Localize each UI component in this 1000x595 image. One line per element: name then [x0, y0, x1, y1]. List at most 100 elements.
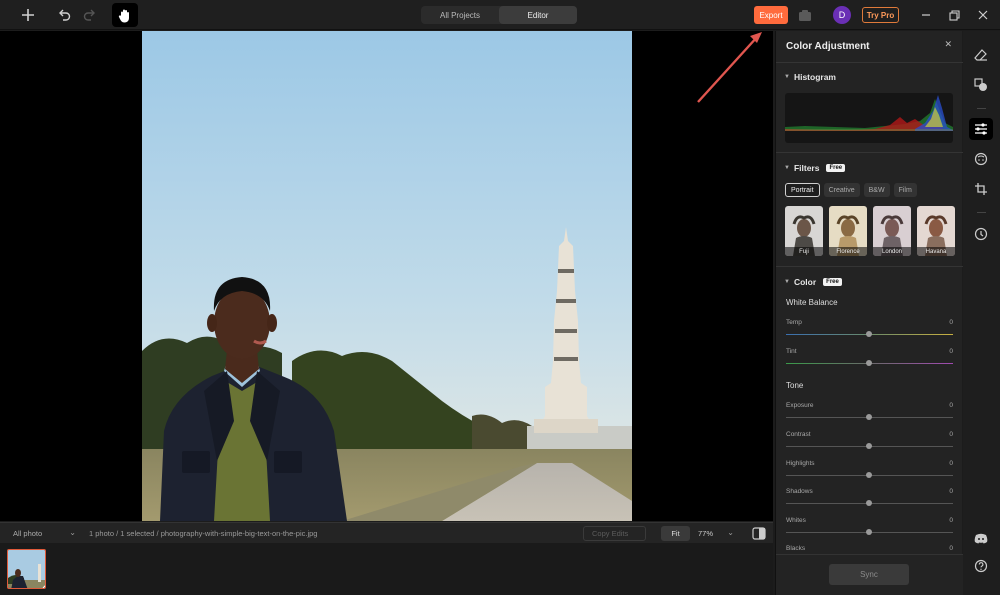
- top-bar: All Projects Editor Export D Try Pro: [0, 0, 1000, 30]
- photo-filter-select[interactable]: All photo ⌄: [4, 526, 80, 541]
- chevron-down-icon: ⌄: [69, 528, 76, 537]
- tab-film[interactable]: Film: [893, 183, 917, 197]
- shapes-icon[interactable]: [969, 74, 993, 96]
- preset-florence[interactable]: Florence: [829, 206, 867, 256]
- divider: [977, 212, 986, 213]
- slider-label: Highlights: [786, 460, 815, 467]
- divider: [776, 62, 963, 63]
- slider-label: Blacks: [786, 545, 806, 552]
- adjust-sliders-icon[interactable]: [969, 118, 993, 140]
- slider-knob[interactable]: [866, 472, 872, 478]
- temp-slider[interactable]: Temp 0: [786, 319, 953, 347]
- contrast-slider[interactable]: Contrast 0: [786, 431, 953, 459]
- collapse-triangle-icon: ▼: [784, 74, 790, 80]
- copy-edits-label: Copy Edits: [592, 529, 629, 538]
- filmstrip: [0, 543, 773, 595]
- photo-thumbnail[interactable]: [7, 549, 46, 589]
- tint-slider[interactable]: Tint 0: [786, 348, 953, 376]
- sync-button[interactable]: Sync: [829, 564, 909, 585]
- slider-knob[interactable]: [866, 500, 872, 506]
- photo-filter-value: All photo: [13, 529, 43, 538]
- slider-value: 0: [949, 517, 953, 524]
- preset-label: Florence: [829, 247, 867, 256]
- filters-header[interactable]: ▼ Filters Free: [784, 163, 846, 173]
- slider-label: Shadows: [786, 488, 813, 495]
- zoom-select[interactable]: 77% ⌄: [692, 526, 738, 541]
- free-badge: Free: [823, 278, 842, 286]
- slider-value: 0: [949, 319, 953, 326]
- slider-value: 0: [949, 402, 953, 409]
- avatar[interactable]: D: [833, 6, 851, 24]
- filter-tabs: Portrait Creative B&W Film: [785, 183, 917, 197]
- image-canvas[interactable]: [0, 31, 773, 521]
- fit-button[interactable]: Fit: [661, 526, 690, 541]
- discord-icon[interactable]: [969, 527, 993, 549]
- slider-value: 0: [949, 348, 953, 355]
- undo-icon[interactable]: [54, 5, 74, 25]
- slider-label: Exposure: [786, 402, 814, 409]
- histogram-label: Histogram: [793, 72, 836, 82]
- minimize-icon[interactable]: [917, 6, 935, 24]
- help-icon[interactable]: [969, 555, 993, 577]
- slider-label: Whites: [786, 517, 806, 524]
- whites-slider[interactable]: Whites 0: [786, 517, 953, 545]
- hand-icon[interactable]: [112, 3, 138, 27]
- slider-knob[interactable]: [866, 414, 872, 420]
- chevron-down-icon: ⌄: [727, 528, 734, 537]
- color-header[interactable]: ▼ Color Free: [784, 277, 842, 287]
- slider-value: 0: [949, 488, 953, 495]
- tab-creative[interactable]: Creative: [823, 183, 860, 197]
- close-icon[interactable]: ✕: [944, 39, 952, 50]
- collapse-triangle-icon: ▼: [784, 279, 790, 285]
- face-retouch-icon[interactable]: [969, 148, 993, 170]
- slider-knob[interactable]: [866, 529, 872, 535]
- zoom-value: 77%: [698, 529, 714, 538]
- crop-icon[interactable]: [969, 178, 993, 200]
- plus-icon[interactable]: [18, 5, 38, 25]
- highlights-slider[interactable]: Highlights 0: [786, 460, 953, 488]
- preset-fuji[interactable]: Fuji: [785, 206, 823, 256]
- export-button[interactable]: Export: [754, 6, 788, 24]
- histogram-header[interactable]: ▼ Histogram: [784, 72, 836, 82]
- redo-icon[interactable]: [80, 5, 100, 25]
- blacks-slider[interactable]: Blacks 0: [786, 545, 953, 554]
- white-balance-title: White Balance: [786, 298, 838, 307]
- compare-icon[interactable]: [752, 527, 766, 540]
- divider: [776, 152, 963, 153]
- selection-info: 1 photo / 1 selected / photography-with-…: [89, 529, 318, 538]
- panel-title: Color Adjustment: [786, 41, 870, 52]
- preset-label: Havana: [917, 247, 955, 256]
- tab-editor[interactable]: Editor: [499, 6, 577, 24]
- slider-knob[interactable]: [866, 331, 872, 337]
- exposure-slider[interactable]: Exposure 0: [786, 402, 953, 430]
- shadows-slider[interactable]: Shadows 0: [786, 488, 953, 516]
- preset-london[interactable]: London: [873, 206, 911, 256]
- eraser-icon[interactable]: [969, 44, 993, 66]
- close-icon[interactable]: [974, 6, 992, 24]
- slider-knob[interactable]: [866, 443, 872, 449]
- color-label: Color: [793, 277, 817, 287]
- slider-label: Contrast: [786, 431, 811, 438]
- tone-title: Tone: [786, 381, 804, 390]
- slider-value: 0: [949, 431, 953, 438]
- preset-label: London: [873, 247, 911, 256]
- sync-area: Sync: [776, 554, 963, 595]
- view-tabs: All Projects Editor: [421, 6, 577, 24]
- share-icon[interactable]: [797, 7, 813, 23]
- preset-havana[interactable]: Havana: [917, 206, 955, 256]
- tab-bw[interactable]: B&W: [863, 183, 890, 197]
- history-icon[interactable]: [969, 223, 993, 245]
- slider-knob[interactable]: [866, 360, 872, 366]
- adjustment-panel: Color Adjustment ✕ ▼ Histogram ▼ Filters…: [775, 31, 963, 595]
- filters-label: Filters: [793, 163, 820, 173]
- restore-icon[interactable]: [945, 6, 963, 24]
- copy-edits-button[interactable]: Copy Edits: [583, 526, 646, 541]
- try-pro-button[interactable]: Try Pro: [862, 7, 899, 23]
- filter-presets: Fuji Florence London Havana: [785, 206, 955, 256]
- tab-portrait[interactable]: Portrait: [785, 183, 820, 197]
- divider: [977, 108, 986, 109]
- slider-value: 0: [949, 460, 953, 467]
- status-bar: All photo ⌄ 1 photo / 1 selected / photo…: [0, 522, 773, 543]
- tab-all-projects[interactable]: All Projects: [421, 6, 499, 24]
- slider-value: 0: [949, 545, 953, 552]
